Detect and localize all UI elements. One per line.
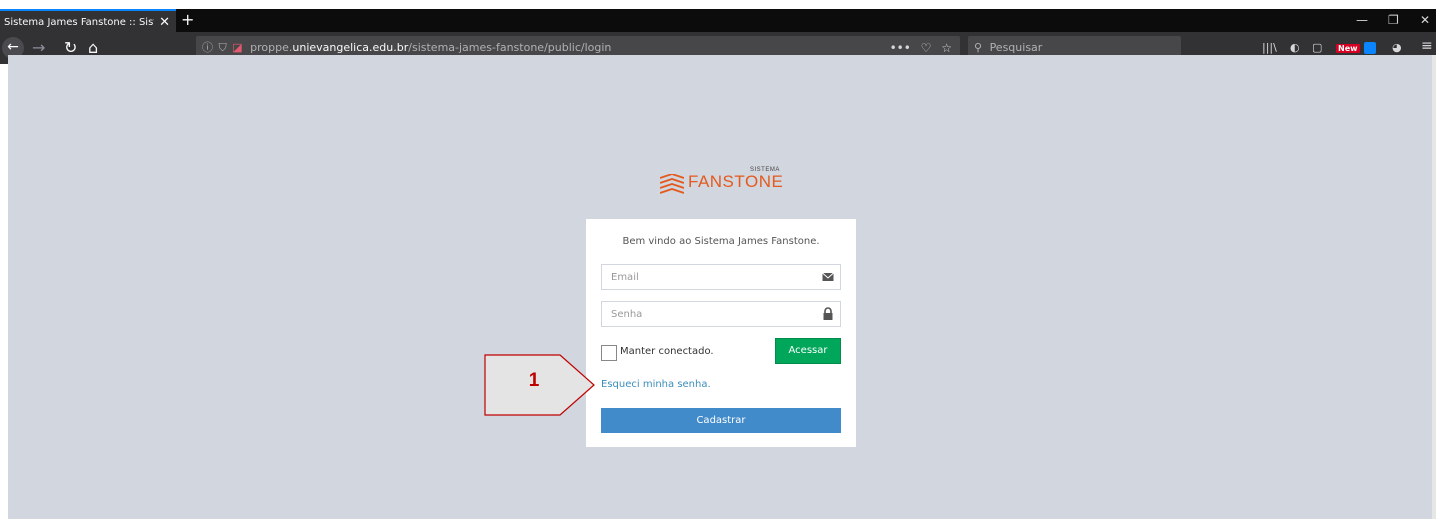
- password-input[interactable]: [602, 302, 812, 327]
- lock-icon: [823, 307, 833, 320]
- fanstone-logo: SISTEMA FANSTONE: [660, 165, 790, 205]
- scrollbar[interactable]: [1432, 55, 1436, 519]
- annotation-number: 1: [528, 370, 540, 391]
- remember-label: Manter conectado.: [620, 346, 714, 357]
- new-badge: New: [1336, 44, 1360, 53]
- remember-checkbox[interactable]: [601, 345, 617, 361]
- password-field: [601, 301, 841, 327]
- site-info-icon[interactable]: ⓘ: [202, 41, 213, 54]
- url-domain: unievangelica.edu.br: [292, 41, 409, 54]
- library-icon[interactable]: |||\: [1262, 40, 1277, 56]
- forgot-password-link[interactable]: Esqueci minha senha.: [601, 379, 711, 390]
- new-extension-icon[interactable]: New: [1336, 40, 1360, 56]
- bookmark-star-icon[interactable]: ☆: [941, 41, 952, 55]
- email-field: [601, 264, 841, 290]
- email-input[interactable]: [602, 265, 812, 290]
- minimize-icon[interactable]: —: [1356, 9, 1368, 32]
- new-tab-button[interactable]: +: [181, 9, 194, 30]
- tab-bar: Sistema James Fanstone :: Sistemas ✕ + —…: [0, 9, 1436, 32]
- browser-tab[interactable]: Sistema James Fanstone :: Sistemas ✕: [0, 9, 176, 32]
- extension-color-icon[interactable]: ◕: [1392, 40, 1402, 56]
- menu-icon[interactable]: ≡: [1421, 38, 1433, 54]
- insecure-lock-icon[interactable]: ◪: [232, 41, 242, 54]
- page-actions-icon[interactable]: •••: [890, 41, 911, 55]
- register-button[interactable]: Cadastrar: [601, 408, 841, 433]
- search-placeholder: Pesquisar: [989, 41, 1043, 54]
- tracking-shield-icon[interactable]: ⛉: [219, 41, 227, 54]
- restore-icon[interactable]: ❐: [1388, 9, 1399, 32]
- addon-icon[interactable]: ◐: [1290, 40, 1300, 56]
- annotation-callout: 1: [484, 354, 596, 416]
- close-window-icon[interactable]: ✕: [1420, 9, 1430, 32]
- search-icon: ⚲: [974, 41, 983, 54]
- logo-name: FANSTONE: [688, 172, 784, 191]
- url-path: /sistema-james-fanstone/public/login: [408, 41, 612, 54]
- url-prefix: proppe.: [250, 41, 293, 54]
- envelope-icon: [822, 272, 834, 281]
- close-tab-icon[interactable]: ✕: [159, 11, 170, 34]
- logo-stripes-icon: [660, 174, 684, 194]
- tab-title: Sistema James Fanstone :: Sistemas: [4, 17, 154, 28]
- pocket-icon[interactable]: ♡: [921, 41, 932, 55]
- sidebar-icon[interactable]: ▢: [1312, 40, 1322, 56]
- login-box: Bem vindo ao Sistema James Fanstone. Man…: [586, 219, 856, 447]
- login-button[interactable]: Acessar: [775, 338, 841, 364]
- welcome-message: Bem vindo ao Sistema James Fanstone.: [622, 236, 820, 247]
